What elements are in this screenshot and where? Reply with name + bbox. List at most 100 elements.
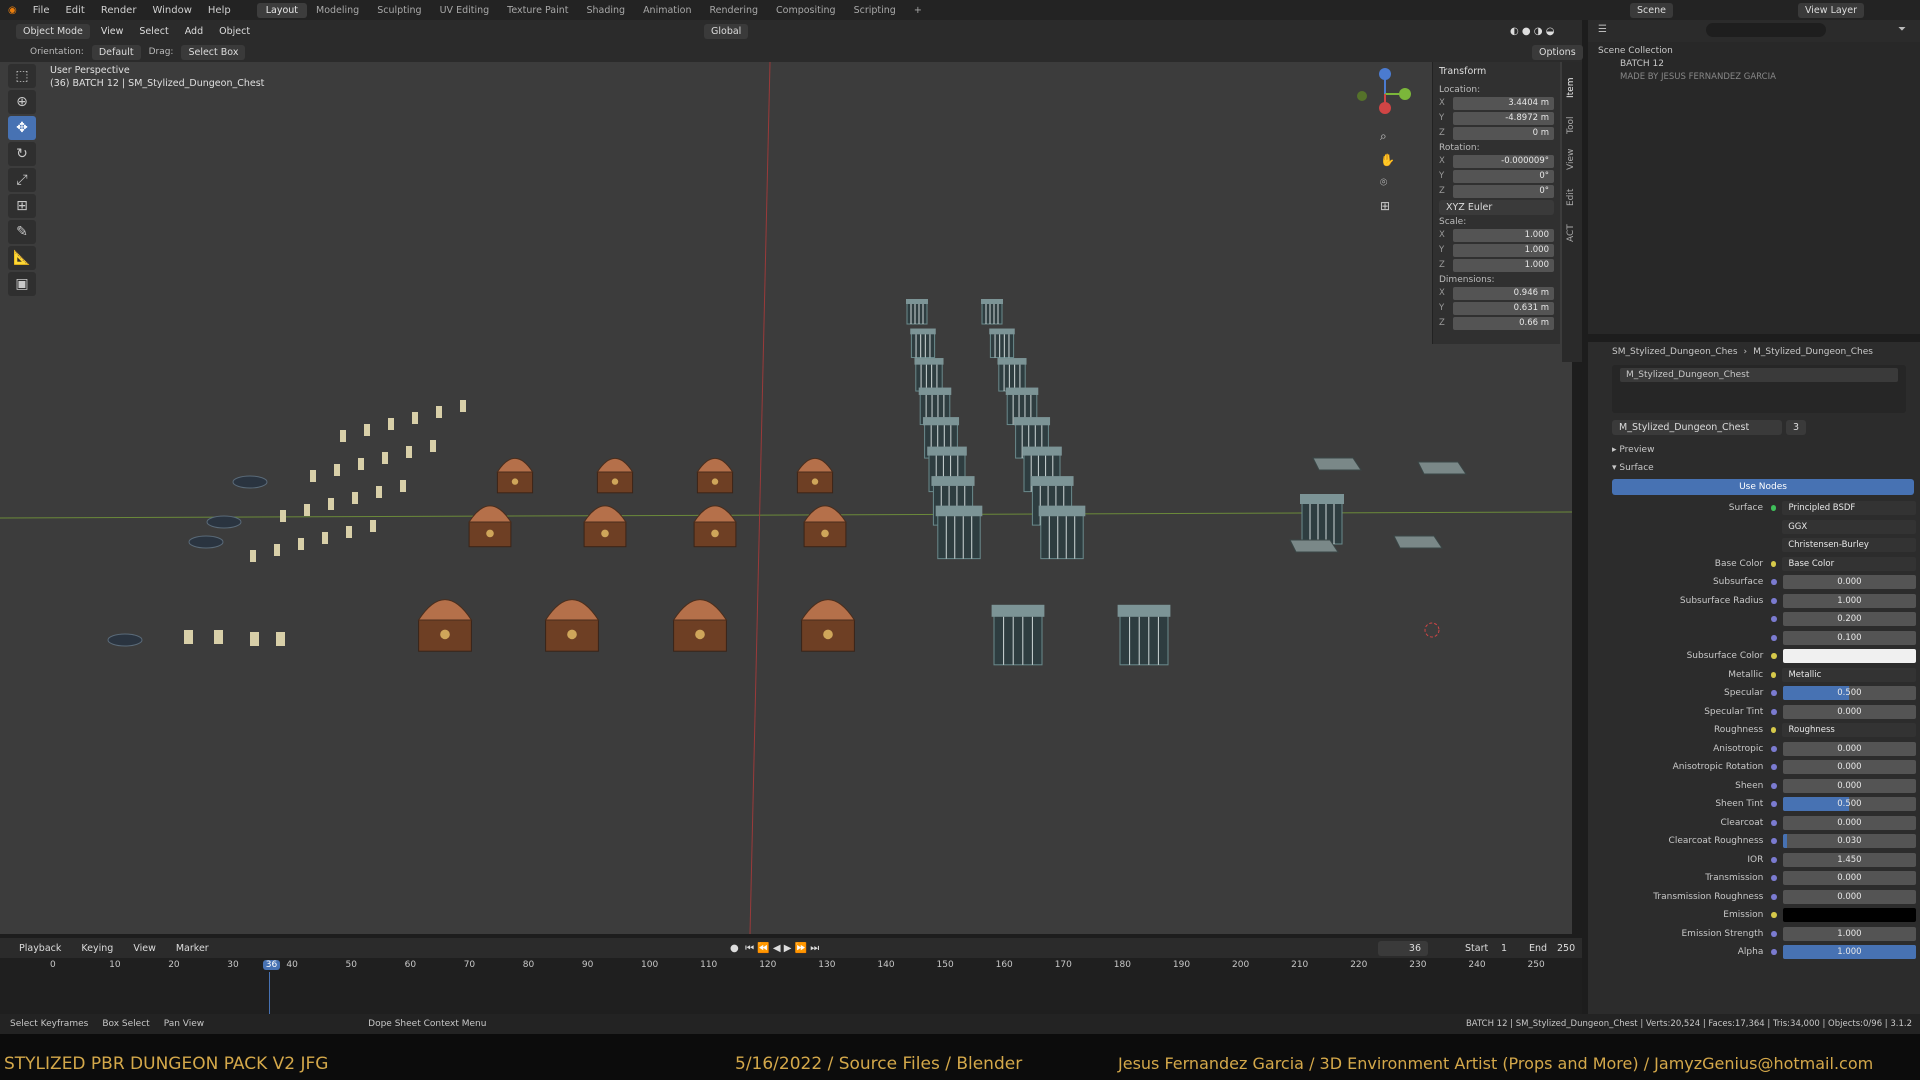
dimension-z-field[interactable]: 0.66 m (1453, 316, 1554, 330)
dimension-y-field[interactable]: 0.631 m (1453, 301, 1554, 315)
bsdf-value-field[interactable]: 0.500 (1782, 686, 1916, 701)
bsdf-value-field[interactable]: 0.030 (1782, 834, 1916, 849)
socket-icon[interactable] (1771, 745, 1777, 752)
tab-animation[interactable]: Animation (634, 3, 700, 18)
menu-view[interactable]: View (96, 26, 129, 37)
socket-icon[interactable] (1771, 875, 1777, 882)
bsdf-value-field[interactable] (1782, 649, 1916, 664)
add-workspace-icon[interactable]: + (905, 3, 931, 18)
outliner-editor-icon[interactable]: ☰ (1598, 24, 1607, 35)
tab-item[interactable]: Item (1566, 68, 1576, 99)
socket-icon[interactable] (1771, 764, 1777, 771)
bsdf-value-field[interactable]: 0.000 (1782, 815, 1916, 830)
menu-window[interactable]: Window (144, 5, 199, 16)
tab-view[interactable]: View (1566, 140, 1576, 170)
bsdf-value-field[interactable]: 0.000 (1782, 704, 1916, 719)
socket-icon[interactable] (1771, 560, 1777, 567)
outliner-item-batch12[interactable]: BATCH 12 (1598, 59, 1910, 69)
menu-view-timeline[interactable]: View (128, 943, 161, 954)
bsdf-value-field[interactable]: 0.000 (1782, 760, 1916, 775)
location-z-field[interactable]: 0 m (1453, 126, 1554, 140)
tab-compositing[interactable]: Compositing (767, 3, 845, 18)
tab-act[interactable]: ACT (1566, 212, 1576, 242)
bsdf-value-field[interactable]: 0.000 (1782, 741, 1916, 756)
start-frame-field[interactable]: 1 (1496, 943, 1512, 954)
cursor-tool-icon[interactable]: ⊕ (8, 90, 36, 114)
socket-icon[interactable] (1771, 634, 1777, 641)
tab-texture-paint[interactable]: Texture Paint (498, 3, 577, 18)
options-dropdown[interactable]: Options (1532, 44, 1583, 60)
frame-ruler[interactable]: 0 10 20 30 36 40 50 60 70 80 90 100 110 120 130 140 150 1… (0, 958, 1582, 974)
location-y-field[interactable]: -4.8972 m (1453, 111, 1554, 125)
tab-scripting[interactable]: Scripting (845, 3, 905, 18)
tab-modeling[interactable]: Modeling (307, 3, 368, 18)
rotation-z-field[interactable]: 0° (1453, 184, 1554, 198)
blender-logo-icon[interactable]: ◉ (0, 5, 25, 16)
material-slot-item[interactable]: M_Stylized_Dungeon_Chest (1620, 368, 1898, 382)
surface-section[interactable]: ▾ Surface (1612, 459, 1916, 477)
location-x-field[interactable]: 3.4404 m (1453, 96, 1554, 110)
bsdf-value-field[interactable]: 0.000 (1782, 778, 1916, 793)
menu-file[interactable]: File (25, 5, 58, 16)
tab-sculpting[interactable]: Sculpting (368, 3, 430, 18)
bsdf-value-field[interactable]: 1.000 (1782, 926, 1916, 941)
bsdf-value-field[interactable] (1782, 908, 1916, 923)
bsdf-value-field[interactable]: Metallic (1782, 667, 1916, 682)
socket-icon[interactable] (1771, 819, 1777, 826)
preview-section[interactable]: ▸ Preview (1612, 441, 1916, 459)
filter-icon[interactable]: ⏷ (1898, 24, 1906, 35)
navigation-gizmo[interactable]: ⌕ ✋ ⌾ ⊞ (1350, 64, 1420, 224)
view-layer-selector[interactable]: View Layer (1798, 2, 1865, 18)
menu-playback[interactable]: Playback (14, 943, 66, 954)
socket-icon[interactable] (1771, 690, 1777, 697)
material-users-count[interactable]: 3 (1786, 419, 1807, 435)
socket-icon[interactable] (1771, 616, 1777, 623)
socket-icon[interactable] (1771, 597, 1777, 604)
orientation-dropdown[interactable]: Default (91, 44, 141, 60)
current-frame-field[interactable]: 36 (1378, 940, 1428, 956)
tab-tool[interactable]: Tool (1566, 104, 1576, 134)
menu-select[interactable]: Select (134, 26, 173, 37)
scene-selector[interactable]: Scene (1630, 2, 1673, 18)
dimension-x-field[interactable]: 0.946 m (1453, 286, 1554, 300)
select-tool-icon[interactable]: ⬚ (8, 64, 36, 88)
drag-dropdown[interactable]: Select Box (181, 44, 246, 60)
bsdf-value-field[interactable]: 1.450 (1782, 852, 1916, 867)
tab-rendering[interactable]: Rendering (701, 3, 768, 18)
scale-z-field[interactable]: 1.000 (1453, 258, 1554, 272)
socket-icon[interactable] (1771, 930, 1777, 937)
move-tool-icon[interactable]: ✥ (8, 116, 36, 140)
socket-icon[interactable] (1771, 801, 1777, 808)
menu-render[interactable]: Render (93, 5, 145, 16)
end-frame-field[interactable]: 250 (1552, 943, 1580, 954)
bsdf-value-field[interactable]: 1.000 (1782, 593, 1916, 608)
playback-controls-icon[interactable]: ● ⏮ ⏪ ◀ ▶ ⏩ ⏭ (730, 943, 819, 954)
socket-icon[interactable] (1771, 708, 1777, 715)
menu-edit[interactable]: Edit (57, 5, 92, 16)
socket-icon[interactable] (1771, 671, 1777, 678)
menu-keying[interactable]: Keying (76, 943, 118, 954)
use-nodes-button[interactable]: Use Nodes (1612, 479, 1914, 495)
bsdf-value-field[interactable]: 0.200 (1782, 612, 1916, 627)
surface-shader-field[interactable]: Principled BSDF (1782, 501, 1916, 516)
material-selector[interactable]: M_Stylized_Dungeon_Chest (1612, 419, 1782, 435)
annotate-tool-icon[interactable]: ✎ (8, 220, 36, 244)
outliner-search-input[interactable] (1706, 23, 1826, 37)
socket-icon[interactable] (1771, 912, 1777, 919)
tab-layout[interactable]: Layout (256, 2, 307, 18)
3d-viewport[interactable] (0, 62, 1572, 934)
socket-icon[interactable] (1771, 838, 1777, 845)
rotation-y-field[interactable]: 0° (1453, 169, 1554, 183)
rotation-x-field[interactable]: -0.000009° (1453, 154, 1554, 168)
bsdf-value-field[interactable]: 0.000 (1782, 871, 1916, 886)
socket-icon[interactable] (1771, 856, 1777, 863)
outliner-item-credit[interactable]: MADE BY JESUS FERNANDEZ GARCIA (1598, 72, 1910, 82)
socket-icon[interactable] (1771, 727, 1777, 734)
measure-tool-icon[interactable]: 📐 (8, 246, 36, 270)
timeline-area[interactable]: 0 10 20 30 36 40 50 60 70 80 90 100 110 120 130 140 150 1… (0, 958, 1582, 1014)
socket-icon[interactable] (1771, 653, 1777, 660)
scale-y-field[interactable]: 1.000 (1453, 243, 1554, 257)
menu-marker[interactable]: Marker (171, 943, 214, 954)
socket-icon[interactable] (1771, 579, 1777, 586)
tab-shading[interactable]: Shading (577, 3, 634, 18)
